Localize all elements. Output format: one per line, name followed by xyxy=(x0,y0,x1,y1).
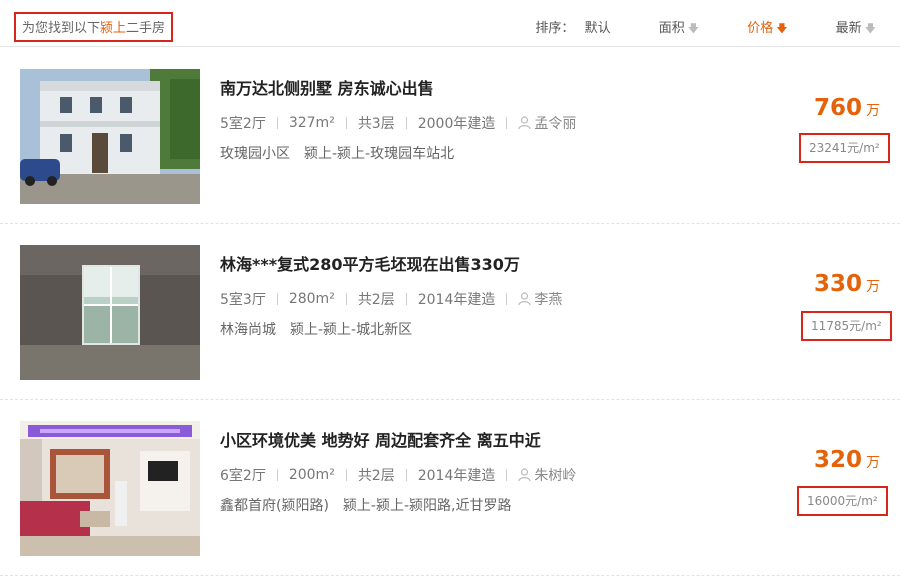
listing-floors: 共2层 xyxy=(357,292,395,308)
listing-price: 320 万 xyxy=(814,447,880,473)
sort-area-label: 面积 xyxy=(658,21,685,36)
down-arrow-icon: 🡇 xyxy=(687,22,700,35)
person-icon xyxy=(518,468,531,482)
listing-title[interactable]: 南万达北侧别墅 房东诚心出售 xyxy=(220,75,434,99)
listing-agent-name: 李燕 xyxy=(534,292,563,308)
listing-location: 颍上-颍上-城北新区 xyxy=(290,322,413,338)
listing-location: 颍上-颍上-颍阳路,近甘罗路 xyxy=(342,498,512,514)
divider xyxy=(276,293,278,305)
sort-newest-label: 最新 xyxy=(835,21,862,36)
listing-rooms: 5室2厅 xyxy=(220,116,266,132)
person-icon xyxy=(518,116,531,130)
divider xyxy=(345,117,347,129)
listing-meta: 6室2厅 200m² 共2层 2014年建造 朱树岭 xyxy=(220,465,576,485)
divider xyxy=(506,293,508,305)
listing-community[interactable]: 玫瑰园小区 xyxy=(220,146,290,162)
unit-price: 23241元/m² xyxy=(799,133,890,163)
listing-built: 2014年建造 xyxy=(417,292,496,308)
divider xyxy=(276,117,278,129)
listing-agent[interactable]: 朱树岭 xyxy=(518,465,576,485)
listing-photo[interactable] xyxy=(20,421,200,556)
sort-area[interactable]: 面积 🡇 xyxy=(637,21,699,36)
listing-address: 林海尚城 颍上-颍上-城北新区 xyxy=(220,319,412,339)
listing-address: 玫瑰园小区 颍上-颍上-玫瑰园车站北 xyxy=(220,143,454,163)
down-arrow-icon: 🡇 xyxy=(864,22,876,35)
price-unit: 万 xyxy=(866,103,880,119)
listing-rooms: 6室2厅 xyxy=(220,468,266,484)
listing-address: 鑫都首府(颍阳路) 颍上-颍上-颍阳路,近甘罗路 xyxy=(220,495,512,515)
listing-area: 200m² xyxy=(288,467,335,483)
listing-community[interactable]: 鑫都首府(颍阳路) xyxy=(220,498,329,514)
price-value: 760 xyxy=(813,95,862,121)
divider xyxy=(405,293,407,305)
results-summary: 为您找到以下颍上二手房 xyxy=(14,12,174,42)
unit-price: 11785元/m² xyxy=(801,311,892,341)
results-city: 颍上 xyxy=(100,21,127,36)
listing-meta: 5室2厅 327m² 共3层 2000年建造 孟令丽 xyxy=(220,113,576,133)
price-unit: 万 xyxy=(866,279,880,295)
listing-agent-name: 朱树岭 xyxy=(534,468,577,484)
listing-agent-name: 孟令丽 xyxy=(534,116,577,132)
divider xyxy=(405,469,407,481)
divider xyxy=(345,293,347,305)
divider xyxy=(506,469,508,481)
listing-price: 760 万 xyxy=(814,95,880,121)
sort-newest[interactable]: 最新 🡇 xyxy=(814,21,876,36)
listing-item[interactable]: 南万达北侧别墅 房东诚心出售 5室2厅 327m² 共3层 2000年建造 孟令… xyxy=(0,47,900,224)
listing-photo[interactable] xyxy=(20,245,200,380)
unit-price: 16000元/m² xyxy=(797,486,888,516)
sort-price[interactable]: 价格 🡇 xyxy=(725,21,787,36)
listing-meta: 5室3厅 280m² 共2层 2014年建造 李燕 xyxy=(220,289,562,309)
sort-default[interactable]: 默认 xyxy=(585,21,611,36)
listing-item[interactable]: 小区环境优美 地势好 周边配套齐全 离五中近 6室2厅 200m² 共2层 20… xyxy=(0,399,900,576)
listing-title[interactable]: 小区环境优美 地势好 周边配套齐全 离五中近 xyxy=(220,427,541,451)
listing-photo[interactable] xyxy=(20,69,200,204)
listing-floors: 共2层 xyxy=(357,468,395,484)
listing-agent[interactable]: 孟令丽 xyxy=(518,113,576,133)
listing-built: 2000年建造 xyxy=(417,116,496,132)
divider xyxy=(345,469,347,481)
listing-area: 327m² xyxy=(288,115,335,131)
listing-area: 280m² xyxy=(288,291,335,307)
listing-item[interactable]: 林海***复式280平方毛坯现在出售330万 5室3厅 280m² 共2层 20… xyxy=(0,223,900,400)
listing-agent[interactable]: 李燕 xyxy=(518,289,562,309)
divider xyxy=(405,117,407,129)
sort-label: 排序： xyxy=(535,21,575,36)
sort-bar: 排序： 默认 面积 🡇 价格 🡇 最新 🡇 xyxy=(535,12,876,46)
price-value: 330 xyxy=(813,271,862,297)
price-value: 320 xyxy=(813,447,862,473)
listing-community[interactable]: 林海尚城 xyxy=(220,322,276,338)
down-arrow-icon: 🡇 xyxy=(776,22,788,35)
divider xyxy=(276,469,278,481)
listing-price: 330 万 xyxy=(814,271,880,297)
divider xyxy=(506,117,508,129)
listing-built: 2014年建造 xyxy=(417,468,496,484)
results-suffix: 二手房 xyxy=(126,21,166,36)
listing-rooms: 5室3厅 xyxy=(220,292,266,308)
results-prefix: 为您找到以下 xyxy=(22,21,101,36)
listing-title[interactable]: 林海***复式280平方毛坯现在出售330万 xyxy=(220,251,520,275)
results-header: 为您找到以下颍上二手房 排序： 默认 面积 🡇 价格 🡇 最新 🡇 xyxy=(0,0,900,47)
person-icon xyxy=(518,292,531,306)
sort-price-label: 价格 xyxy=(747,21,774,36)
listing-location: 颍上-颍上-玫瑰园车站北 xyxy=(304,146,455,162)
price-unit: 万 xyxy=(866,455,880,471)
listing-floors: 共3层 xyxy=(357,116,395,132)
